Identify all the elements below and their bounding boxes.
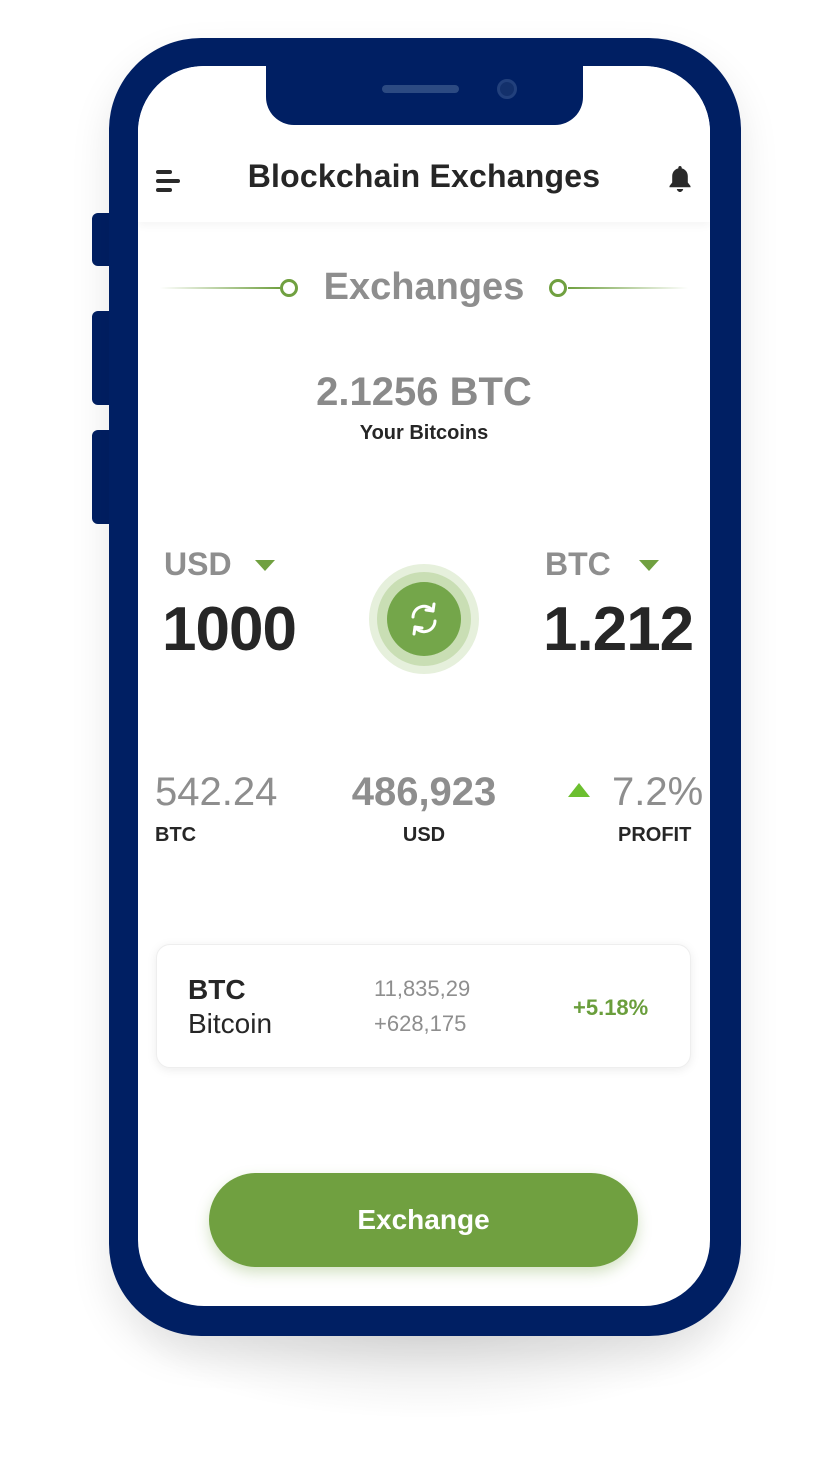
phone-camera <box>497 79 517 99</box>
balance-amount: 2.1256 BTC <box>316 370 532 414</box>
from-currency-select[interactable]: USD <box>164 546 232 583</box>
page-title: Blockchain Exchanges <box>247 158 601 194</box>
swap-button-ring <box>377 572 471 666</box>
swap-button-core <box>387 582 461 656</box>
balance-label: Your Bitcoins <box>359 422 489 444</box>
market-card-btc[interactable]: BTC Bitcoin 11,835,29 +628,175 +5.18% <box>156 944 691 1068</box>
bell-icon[interactable] <box>666 164 694 194</box>
market-card-change: +5.18% <box>573 995 649 1020</box>
app-screen: Blockchain Exchanges Exchanges 2.1256 BT… <box>138 66 710 1306</box>
market-card-symbol: BTC <box>188 974 246 1005</box>
phone-notch <box>266 60 583 125</box>
stat-profit-value: 7.2% <box>612 770 704 814</box>
market-card-name: Bitcoin <box>188 1008 273 1039</box>
swap-currencies-button[interactable] <box>369 564 479 674</box>
trend-up-icon <box>568 783 590 797</box>
from-amount-value[interactable]: 1000 <box>162 594 297 665</box>
exchange-button[interactable]: Exchange <box>209 1173 638 1267</box>
to-amount-value[interactable]: 1.212 <box>543 594 694 665</box>
swap-arrows-icon <box>411 602 437 636</box>
phone-speaker <box>382 85 459 93</box>
section-divider-dot-right <box>549 279 567 297</box>
market-card-volume: +628,175 <box>374 1011 467 1036</box>
stat-profit-label: PROFIT <box>618 824 692 846</box>
market-card-price: 11,835,29 <box>374 976 471 1001</box>
to-currency-chevron-down-icon[interactable] <box>639 560 659 571</box>
to-currency-select[interactable]: BTC <box>545 546 611 583</box>
section-divider-right <box>568 287 688 289</box>
from-currency-chevron-down-icon[interactable] <box>255 560 275 571</box>
